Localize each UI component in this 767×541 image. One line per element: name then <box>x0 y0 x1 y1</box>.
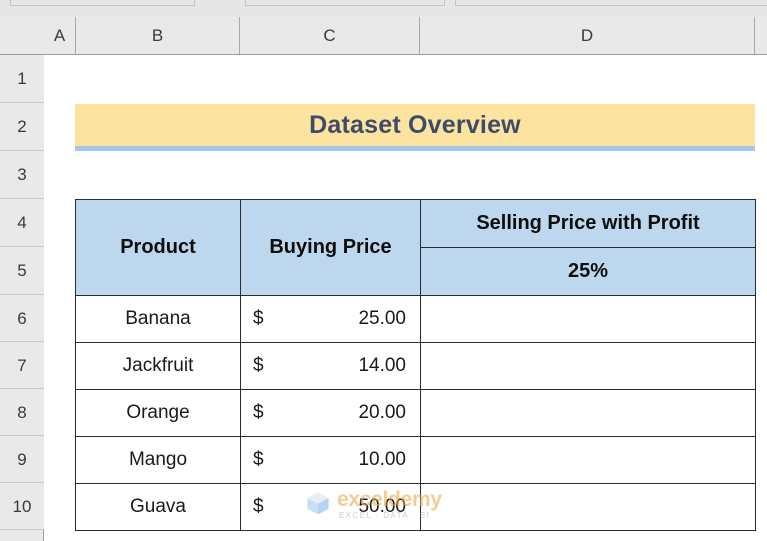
cell-product-orange[interactable]: Orange <box>75 389 241 437</box>
currency-symbol: $ <box>253 355 264 376</box>
ribbon-group-2 <box>245 0 445 6</box>
price-value: 25.00 <box>358 308 406 329</box>
row-header-2[interactable]: 2 <box>0 103 44 151</box>
row-header-6[interactable]: 6 <box>0 295 44 342</box>
cell-product-banana[interactable]: Banana <box>75 295 241 343</box>
currency-symbol: $ <box>253 402 264 423</box>
table-header-row: Product Buying Price Selling Price with … <box>75 199 756 296</box>
cell-product-guava[interactable]: Guava <box>75 483 241 531</box>
row-header-8[interactable]: 8 <box>0 389 44 436</box>
row-header-7[interactable]: 7 <box>0 342 44 389</box>
cell-buying-price-orange[interactable]: $ 20.00 <box>240 389 421 437</box>
row-header-1[interactable]: 1 <box>0 55 44 103</box>
ribbon-group-1 <box>10 0 195 6</box>
cell-buying-price-guava[interactable]: $ 50.00 <box>240 483 421 531</box>
cell-buying-price-jackfruit[interactable]: $ 14.00 <box>240 342 421 390</box>
excel-worksheet-screenshot: A B C D 1 2 3 4 5 6 7 8 9 10 Dataset Ove… <box>0 0 767 541</box>
cell-selling-price-banana[interactable] <box>420 295 756 343</box>
row-header-9[interactable]: 9 <box>0 436 44 483</box>
ribbon-group-3 <box>455 0 767 6</box>
cell-buying-price-mango[interactable]: $ 10.00 <box>240 436 421 484</box>
header-product[interactable]: Product <box>75 199 241 296</box>
table-row: Jackfruit $ 14.00 <box>75 342 756 390</box>
dataset-table: Product Buying Price Selling Price with … <box>75 199 756 531</box>
price-value: 14.00 <box>358 355 406 376</box>
header-buying-price[interactable]: Buying Price <box>240 199 421 296</box>
page-title: Dataset Overview <box>309 110 521 139</box>
column-header-b[interactable]: B <box>76 17 240 54</box>
price-value: 50.00 <box>358 496 406 517</box>
column-header-d[interactable]: D <box>420 17 755 54</box>
cell-selling-price-jackfruit[interactable] <box>420 342 756 390</box>
currency-symbol: $ <box>253 449 264 470</box>
header-selling-price[interactable]: Selling Price with Profit <box>420 199 756 248</box>
dataset-title-banner[interactable]: Dataset Overview <box>75 104 755 151</box>
cell-selling-price-orange[interactable] <box>420 389 756 437</box>
header-profit-percent[interactable]: 25% <box>420 247 756 296</box>
table-row: Guava $ 50.00 <box>75 483 756 531</box>
cell-selling-price-mango[interactable] <box>420 436 756 484</box>
table-row: Banana $ 25.00 <box>75 295 756 343</box>
row-header-3[interactable]: 3 <box>0 151 44 199</box>
row-header-5[interactable]: 5 <box>0 247 44 295</box>
currency-symbol: $ <box>253 496 264 517</box>
cell-product-jackfruit[interactable]: Jackfruit <box>75 342 241 390</box>
table-row: Mango $ 10.00 <box>75 436 756 484</box>
price-value: 20.00 <box>358 402 406 423</box>
currency-symbol: $ <box>253 308 264 329</box>
ribbon-strip <box>0 0 767 17</box>
column-header-c[interactable]: C <box>240 17 420 54</box>
column-header-a[interactable]: A <box>44 17 76 54</box>
row-header-column: 1 2 3 4 5 6 7 8 9 10 <box>0 55 44 541</box>
cell-product-mango[interactable]: Mango <box>75 436 241 484</box>
cell-buying-price-banana[interactable]: $ 25.00 <box>240 295 421 343</box>
price-value: 10.00 <box>358 449 406 470</box>
row-header-4[interactable]: 4 <box>0 199 44 247</box>
row-header-10[interactable]: 10 <box>0 483 44 530</box>
column-header-band: A B C D <box>0 17 767 55</box>
cell-selling-price-guava[interactable] <box>420 483 756 531</box>
table-row: Orange $ 20.00 <box>75 389 756 437</box>
